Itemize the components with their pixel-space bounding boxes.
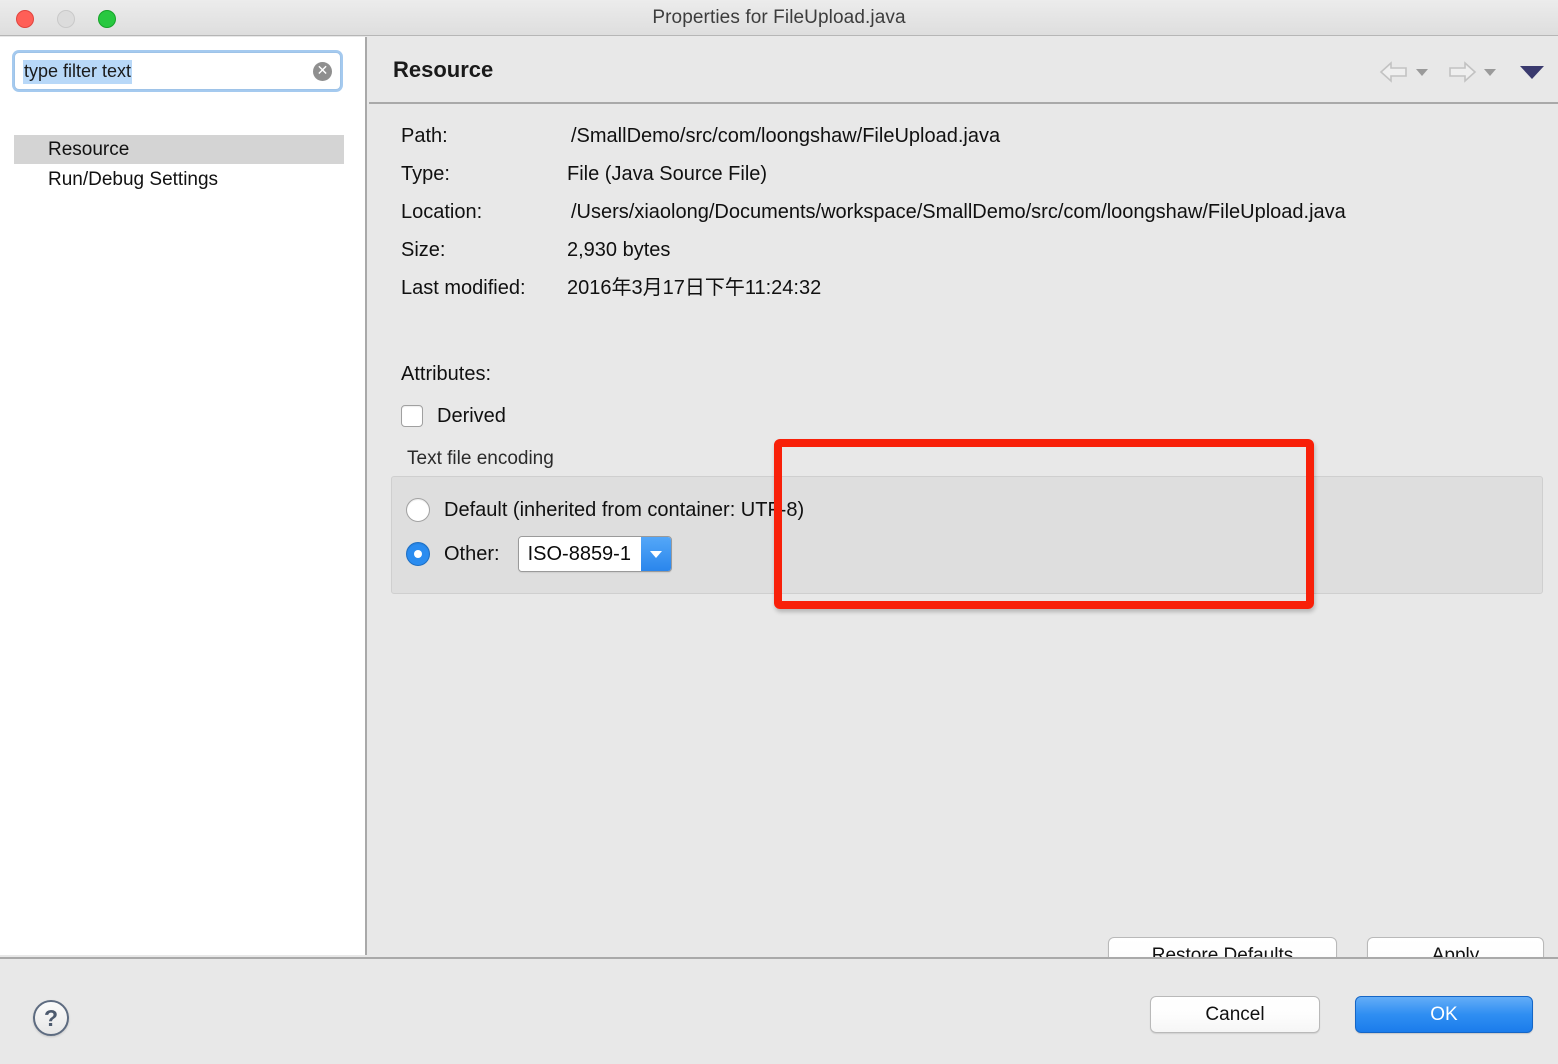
encoding-option-other[interactable]: Other: ISO-8859-1	[406, 536, 672, 572]
window-title: Properties for FileUpload.java	[652, 7, 906, 28]
content-header: Resource	[369, 37, 1558, 104]
property-value: /SmallDemo/src/com/loongshaw/FileUpload.…	[571, 125, 1001, 147]
properties-dialog: Properties for FileUpload.java type filt…	[0, 0, 1558, 1064]
group-body: Default (inherited from container: UTF-8…	[391, 476, 1543, 594]
radio-other[interactable]	[406, 542, 430, 566]
content-panel: Resource Path: /SmallDemo/src/com/loongs…	[369, 37, 1558, 974]
sidebar: type filter text ✕ Resource Run/Debug Se…	[0, 37, 367, 955]
property-value: 2016年3月17日下午11:24:32	[567, 277, 822, 299]
sidebar-item-resource[interactable]: Resource	[14, 135, 344, 164]
encoding-combobox[interactable]: ISO-8859-1	[517, 536, 672, 572]
sidebar-item-run-debug-settings[interactable]: Run/Debug Settings	[14, 165, 344, 194]
navigation-toolbar	[1378, 53, 1544, 91]
property-value: /Users/xiaolong/Documents/workspace/Smal…	[571, 201, 1346, 223]
help-icon[interactable]: ?	[33, 1000, 69, 1036]
property-label: Type:	[401, 163, 450, 185]
attributes-label: Attributes:	[401, 363, 492, 385]
radio-default-label: Default (inherited from container: UTF-8…	[444, 498, 805, 521]
derived-checkbox-row[interactable]: Derived	[401, 402, 506, 430]
text-file-encoding-group: Text file encoding Default (inherited fr…	[391, 441, 1543, 601]
title-bar: Properties for FileUpload.java	[0, 0, 1558, 36]
search-input-value[interactable]: type filter text	[23, 60, 133, 84]
encoding-option-default[interactable]: Default (inherited from container: UTF-8…	[406, 495, 804, 525]
encoding-combobox-value[interactable]: ISO-8859-1	[518, 537, 641, 571]
derived-checkbox[interactable]	[401, 405, 423, 427]
radio-other-label: Other:	[444, 542, 500, 565]
arrow-left-icon[interactable]	[1378, 59, 1410, 85]
property-value: File (Java Source File)	[567, 163, 768, 185]
chevron-down-icon[interactable]	[640, 537, 671, 571]
radio-default[interactable]	[406, 498, 430, 522]
dialog-footer: ?	[0, 957, 1558, 1064]
page-title: Resource	[393, 57, 494, 82]
property-value: 2,930 bytes	[567, 239, 671, 261]
ok-button[interactable]: OK	[1355, 996, 1533, 1033]
clear-icon[interactable]: ✕	[313, 62, 332, 81]
back-history-dropdown-icon[interactable]	[1416, 68, 1428, 76]
cancel-button[interactable]: Cancel	[1150, 996, 1320, 1033]
property-label: Path:	[401, 125, 448, 147]
arrow-right-icon[interactable]	[1446, 59, 1478, 85]
forward-history-dropdown-icon[interactable]	[1484, 68, 1496, 76]
derived-label: Derived	[437, 404, 506, 427]
group-label: Text file encoding	[407, 448, 554, 469]
property-label: Location:	[401, 201, 483, 223]
property-label: Size:	[401, 239, 446, 261]
property-label: Last modified:	[401, 277, 526, 299]
chevron-down-icon[interactable]	[1520, 65, 1544, 79]
filter-field-wrap: type filter text ✕	[14, 52, 341, 90]
